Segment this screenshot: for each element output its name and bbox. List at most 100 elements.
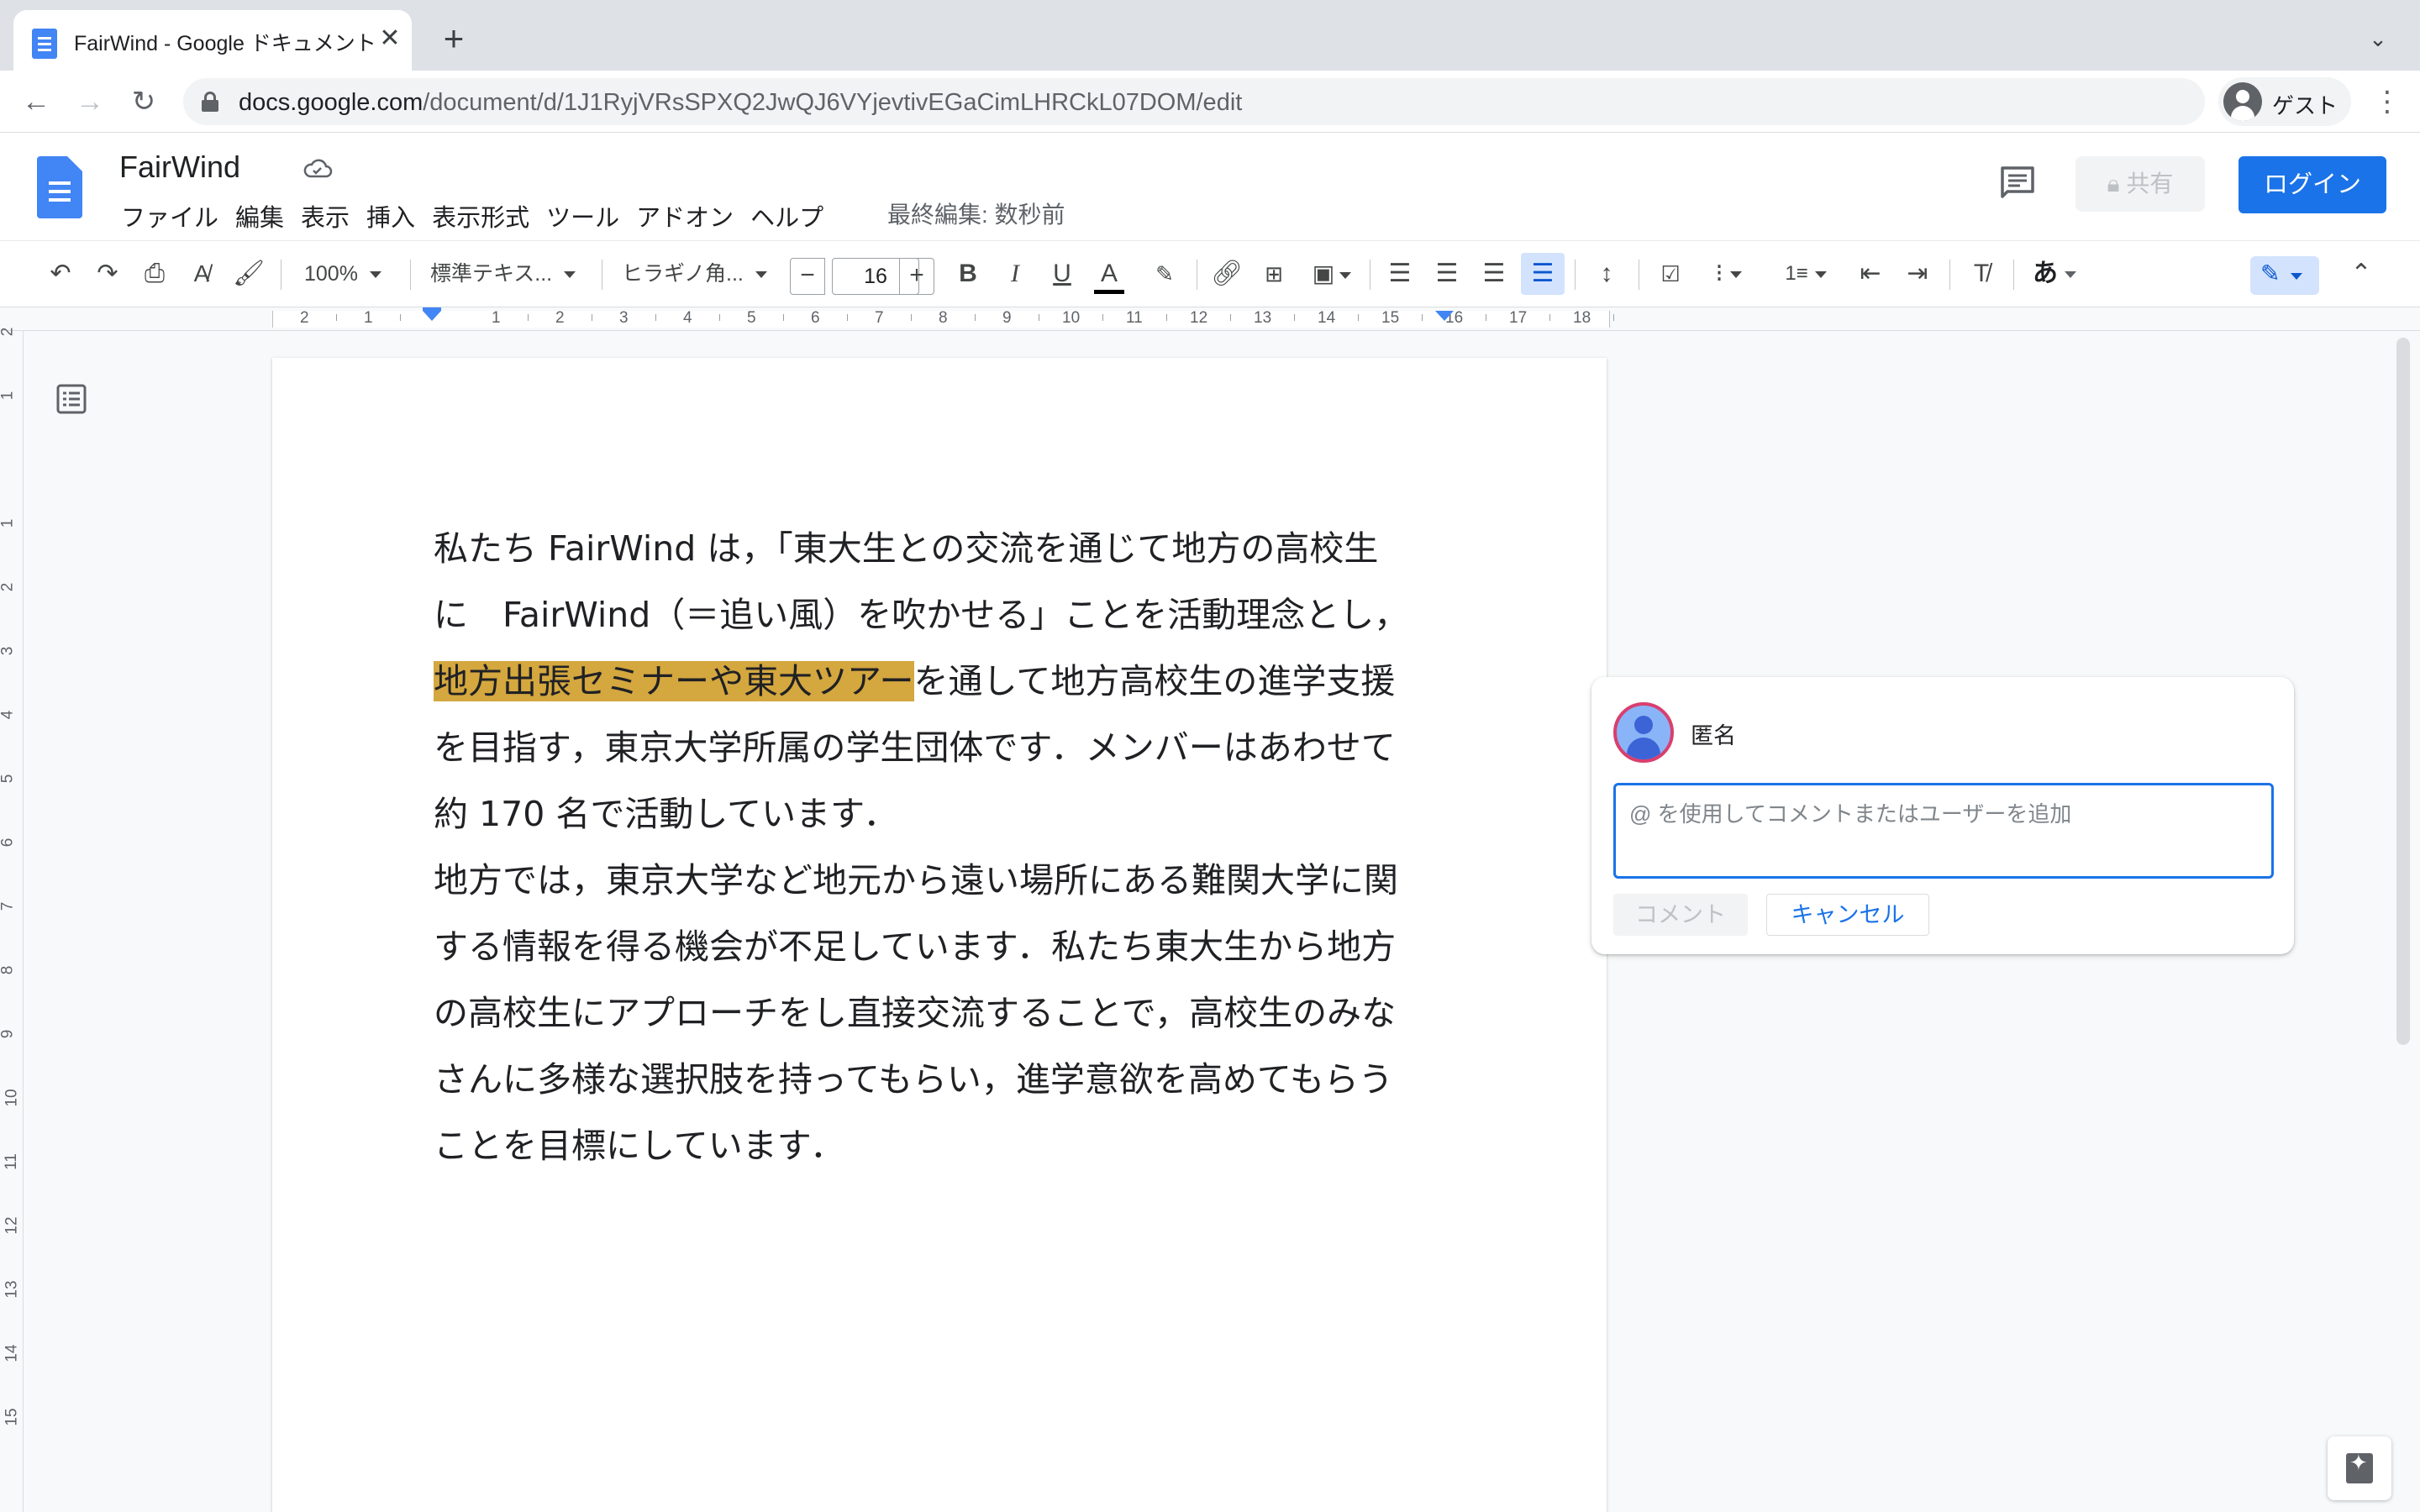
- left-indent-marker[interactable]: [423, 311, 441, 321]
- right-indent-marker[interactable]: [1435, 311, 1454, 321]
- style-select[interactable]: 標準テキス...: [430, 253, 581, 295]
- text-line: に FairWind（＝追い風）を吹かせる」ことを活動理念とし，: [434, 595, 1409, 635]
- align-center-icon[interactable]: ☰: [1428, 253, 1465, 295]
- tab-title: FairWind - Google ドキュメント: [74, 32, 376, 55]
- cloud-saved-icon[interactable]: [302, 155, 333, 183]
- text-line: 約 170 名で活動しています．: [434, 794, 898, 834]
- menu-tools[interactable]: ツール: [546, 198, 631, 234]
- menu-edit[interactable]: 編集: [235, 198, 296, 234]
- vertical-scrollbar[interactable]: [2396, 338, 2410, 1045]
- tab-search-chevron-icon[interactable]: ⌄: [2361, 22, 2395, 55]
- increase-indent-icon[interactable]: ⇥: [1899, 253, 1936, 295]
- last-edit-status[interactable]: 最終編集: 数秒前: [887, 197, 1065, 230]
- numbered-list-icon[interactable]: 1≡: [1776, 253, 1835, 295]
- italic-icon[interactable]: I: [997, 253, 1034, 295]
- font-select[interactable]: ヒラギノ角...: [622, 253, 773, 295]
- checklist-icon[interactable]: ☑: [1652, 253, 1689, 295]
- menu-bar: ファイル 編集 表示 挿入 表示形式 ツール アドオン ヘルプ: [121, 198, 840, 234]
- hide-menus-chevron-icon[interactable]: ⌃: [2343, 253, 2380, 295]
- explore-icon[interactable]: [2328, 1436, 2391, 1500]
- menu-view[interactable]: 表示: [301, 198, 361, 234]
- vertical-ruler[interactable]: 2 1 1 2 3 4 5 6 7 8 9 10 11 12 13 14 15: [0, 328, 24, 1512]
- increase-font-size-icon[interactable]: +: [899, 258, 934, 295]
- number-caret-icon: [1814, 270, 1827, 278]
- clear-formatting-icon[interactable]: T̸: [1963, 253, 2000, 295]
- mode-caret-icon: [2291, 273, 2302, 280]
- back-arrow-icon[interactable]: ←: [17, 82, 55, 121]
- ruler-number: 17: [1509, 309, 1528, 327]
- add-comment-icon[interactable]: ⊞: [1255, 253, 1292, 295]
- vruler-number: 4: [0, 710, 17, 720]
- horizontal-ruler[interactable]: 2 1 1 2 3 4 5 6 7 8 9 10 11 12 13 14 15 16 17 18: [0, 307, 2420, 331]
- align-right-icon[interactable]: ☰: [1476, 253, 1512, 295]
- undo-icon[interactable]: ↶: [42, 253, 79, 295]
- spellcheck-icon[interactable]: A̸: [183, 253, 220, 295]
- comment-cancel-button[interactable]: キャンセル: [1766, 894, 1929, 936]
- ruler-number: 7: [875, 309, 884, 327]
- document-outline-icon[interactable]: [55, 383, 87, 415]
- ruler-number: 6: [811, 309, 820, 327]
- new-tab-icon[interactable]: +: [437, 21, 471, 56]
- url-text[interactable]: docs.google.com/document/d/1J1RyjVRsSPXQ…: [239, 89, 1242, 117]
- pencil-icon: ✎: [2260, 260, 2281, 286]
- menu-help[interactable]: ヘルプ: [750, 198, 835, 234]
- highlight-color-icon[interactable]: ✎: [1146, 253, 1183, 295]
- input-mode-label: あ: [2033, 259, 2058, 288]
- print-icon[interactable]: ⎙: [136, 253, 173, 295]
- menu-format[interactable]: 表示形式: [432, 198, 541, 234]
- align-left-icon[interactable]: ☰: [1381, 253, 1418, 295]
- paint-format-icon[interactable]: 🖌︎: [230, 253, 267, 295]
- reload-icon[interactable]: ↻: [124, 82, 163, 121]
- comment-submit-button[interactable]: コメント: [1613, 894, 1748, 936]
- insert-image-icon[interactable]: ▣: [1302, 253, 1361, 295]
- underline-icon[interactable]: U: [1044, 253, 1081, 295]
- close-tab-icon[interactable]: ✕: [373, 22, 407, 55]
- ruler-tick: [528, 314, 529, 321]
- toolbar-divider: [1949, 260, 1950, 290]
- ruler-tick: [336, 314, 337, 321]
- url-path: /document/d/1J1RyjVRsSPXQ2JwQJ6VYjevtivE…: [423, 89, 1243, 116]
- text-color-icon[interactable]: A: [1091, 253, 1128, 295]
- lock-small-icon: 🔒︎: [2107, 171, 2127, 197]
- bold-icon[interactable]: B: [950, 253, 986, 295]
- address-bar[interactable]: docs.google.com/document/d/1J1RyjVRsSPXQ…: [183, 78, 2205, 125]
- text-line: 地方では，東京大学など地元から遠い場所にある難関大学に関: [434, 860, 1398, 900]
- align-justify-icon[interactable]: ☰: [1521, 253, 1565, 295]
- docs-logo-icon[interactable]: [37, 156, 82, 218]
- browser-menu-icon[interactable]: ⋮: [2368, 82, 2407, 121]
- menu-file[interactable]: ファイル: [121, 198, 230, 234]
- ruler-tick: [1358, 314, 1359, 321]
- redo-icon[interactable]: ↷: [89, 253, 126, 295]
- share-button[interactable]: 🔒︎ 共有: [2075, 156, 2205, 212]
- document-title[interactable]: FairWind: [119, 150, 240, 185]
- zoom-select[interactable]: 100%: [304, 253, 402, 295]
- login-button[interactable]: ログイン: [2238, 156, 2386, 213]
- menu-addons[interactable]: アドオン: [636, 198, 745, 234]
- ruler-number: 3: [619, 309, 629, 327]
- browser-tab[interactable]: FairWind - Google ドキュメント ✕: [13, 10, 412, 71]
- text-line: を目指す，東京大学所属の学生団体です．メンバーはあわせて: [434, 727, 1396, 768]
- paragraph-2[interactable]: 地方では，東京大学など地元から遠い場所にある難関大学に関 する情報を得る機会が不…: [434, 848, 1467, 1179]
- text-line: の高校生にアプローチをし直接交流することで，高校生のみな: [434, 993, 1397, 1033]
- ruler-tick: [1613, 314, 1614, 321]
- ruler-number: 1: [364, 309, 373, 327]
- highlighted-text[interactable]: 地方出張セミナーや東大ツアー: [434, 661, 914, 701]
- text-line: 地方出張セミナーや東大ツアーを通して地方高校生の進学支援: [434, 648, 1467, 715]
- insert-link-icon[interactable]: 🔗︎: [1208, 253, 1245, 295]
- document-page[interactable]: 私たち FairWind は，「東大生との交流を通じて地方の高校生 に Fair…: [272, 358, 1607, 1512]
- editing-mode-button[interactable]: ✎: [2250, 256, 2319, 295]
- paragraph-1[interactable]: 私たち FairWind は，「東大生との交流を通じて地方の高校生 に Fair…: [434, 516, 1467, 848]
- input-tools-button[interactable]: あ: [2025, 253, 2084, 295]
- ruler-tick: [847, 314, 848, 321]
- forward-arrow-icon[interactable]: →: [71, 82, 109, 121]
- decrease-font-size-icon[interactable]: −: [790, 258, 825, 295]
- comment-input[interactable]: @ を使用してコメントまたはユーザーを追加: [1613, 783, 2274, 879]
- vruler-number: 5: [0, 774, 17, 784]
- menu-insert[interactable]: 挿入: [366, 198, 427, 234]
- decrease-indent-icon[interactable]: ⇤: [1852, 253, 1889, 295]
- line-spacing-icon[interactable]: ↕: [1588, 253, 1625, 295]
- vruler-number: 15: [3, 1408, 21, 1426]
- comment-history-icon[interactable]: [1998, 163, 2037, 202]
- bulleted-list-icon[interactable]: ⁝: [1699, 253, 1758, 295]
- profile-button[interactable]: ゲスト: [2218, 77, 2351, 126]
